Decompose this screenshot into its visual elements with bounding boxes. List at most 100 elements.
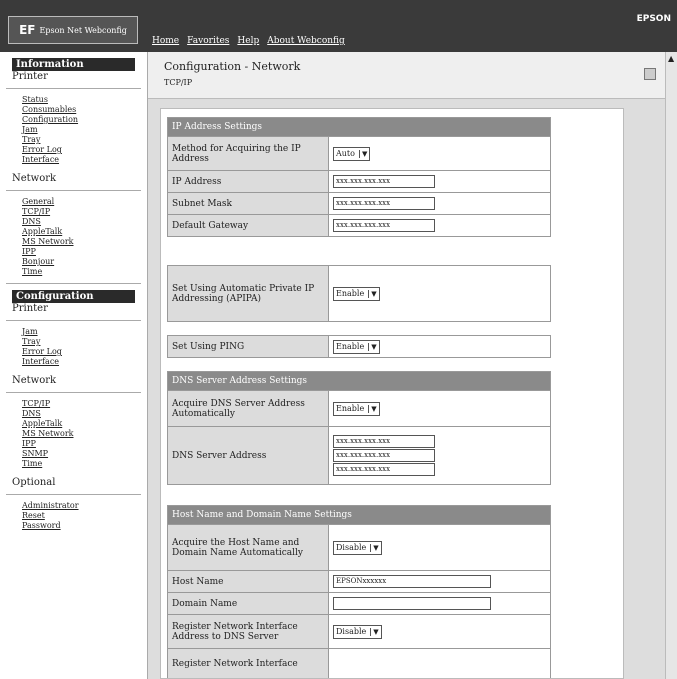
- sidebar-item-snmp[interactable]: SNMP: [22, 449, 133, 459]
- help-icon[interactable]: [644, 68, 656, 80]
- sidebar-sub-printer: Printer: [12, 71, 48, 82]
- host-name-input[interactable]: EPSONxxxxxx: [333, 575, 491, 588]
- logo-text: Epson Net Webconfig: [39, 25, 127, 35]
- method-label: Method for Acquiring the IP Address: [167, 136, 329, 171]
- ip-address-input[interactable]: xxx.xxx.xxx.xxx: [333, 175, 435, 188]
- ping-value: Enable: [336, 342, 365, 351]
- sidebar-item-password[interactable]: Password: [22, 521, 133, 531]
- optional-menu: Administrator Reset Password: [22, 501, 133, 531]
- nav-about-link[interactable]: About Webconfig: [267, 36, 345, 46]
- section-header-dns: DNS Server Address Settings: [167, 371, 551, 391]
- sidebar-item-tray[interactable]: Tray: [22, 337, 133, 347]
- sidebar-item-time[interactable]: Time: [22, 267, 133, 277]
- register-interface-value: [328, 648, 551, 678]
- dns-acquire-select[interactable]: Enable ▼: [333, 401, 380, 416]
- dns-server-2-input[interactable]: xxx.xxx.xxx.xxx: [333, 449, 435, 462]
- subnet-mask-input[interactable]: xxx.xxx.xxx.xxx: [333, 197, 435, 210]
- sidebar-item-tcpip[interactable]: TCP/IP: [22, 399, 133, 409]
- nav-home-link[interactable]: Home: [152, 36, 179, 46]
- method-select[interactable]: Auto ▼: [333, 146, 371, 161]
- sidebar-item-configuration[interactable]: Configuration: [22, 115, 133, 125]
- sidebar-item-jam[interactable]: Jam: [22, 125, 133, 135]
- page-subtitle: TCP/IP: [164, 78, 193, 87]
- register-dns-select[interactable]: Disable ▼: [333, 624, 382, 639]
- sidebar-item-reset[interactable]: Reset: [22, 511, 133, 521]
- ip-address-label: IP Address: [167, 170, 329, 193]
- default-gateway-input[interactable]: xxx.xxx.xxx.xxx: [333, 219, 435, 232]
- sidebar-item-appletalk[interactable]: AppleTalk: [22, 227, 133, 237]
- ip-address-settings: IP Address Settings Method for Acquiring…: [167, 117, 551, 237]
- sidebar-item-appletalk[interactable]: AppleTalk: [22, 419, 133, 429]
- register-dns-value: Disable: [336, 627, 367, 636]
- sidebar-item-administrator[interactable]: Administrator: [22, 501, 133, 511]
- sidebar-item-error-log[interactable]: Error Log: [22, 347, 133, 357]
- sidebar-item-dns[interactable]: DNS: [22, 409, 133, 419]
- dns-server-3-input[interactable]: xxx.xxx.xxx.xxx: [333, 463, 435, 476]
- info-network-menu: General TCP/IP DNS AppleTalk MS Network …: [22, 197, 133, 277]
- section-header-ip: IP Address Settings: [167, 117, 551, 137]
- sidebar-item-time[interactable]: Time: [22, 459, 133, 469]
- webconfig-logo: EF Epson Net Webconfig: [8, 16, 138, 44]
- sidebar-section-optional: Optional: [12, 477, 56, 488]
- nav-favorites-link[interactable]: Favorites: [187, 36, 229, 46]
- sidebar-section-network: Network: [12, 173, 57, 184]
- sidebar-item-error-log[interactable]: Error Log: [22, 145, 133, 155]
- dns-server-1-input[interactable]: xxx.xxx.xxx.xxx: [333, 435, 435, 448]
- chevron-down-icon: ▼: [358, 149, 367, 158]
- scroll-up-icon[interactable]: ▲: [668, 54, 674, 63]
- subnet-mask-label: Subnet Mask: [167, 192, 329, 215]
- register-dns-label: Register Network Interface Address to DN…: [167, 614, 329, 649]
- sidebar-item-general[interactable]: General: [22, 197, 133, 207]
- sidebar-item-ipp[interactable]: IPP: [22, 439, 133, 449]
- host-acquire-select[interactable]: Disable ▼: [333, 540, 382, 555]
- chevron-down-icon: ▼: [368, 404, 377, 413]
- ping-label: Set Using PING: [167, 335, 329, 358]
- apipa-select[interactable]: Enable ▼: [333, 286, 380, 301]
- sidebar-item-status[interactable]: Status: [22, 95, 133, 105]
- chevron-down-icon: ▼: [368, 289, 377, 298]
- apipa-value: Enable: [336, 289, 365, 298]
- divider: [6, 190, 141, 191]
- sidebar-item-tray[interactable]: Tray: [22, 135, 133, 145]
- sidebar-header-configuration[interactable]: Configuration: [12, 290, 135, 303]
- sidebar-item-consumables[interactable]: Consumables: [22, 105, 133, 115]
- sidebar-item-bonjour[interactable]: Bonjour: [22, 257, 133, 267]
- chevron-down-icon: ▼: [368, 342, 377, 351]
- chevron-down-icon: ▼: [370, 627, 379, 636]
- method-value: Auto: [336, 149, 355, 158]
- top-banner: EF Epson Net Webconfig EPSON Home Favori…: [0, 0, 677, 52]
- sidebar-item-interface[interactable]: Interface: [22, 357, 133, 367]
- divider: [6, 88, 141, 89]
- host-domain-settings: Host Name and Domain Name Settings Acqui…: [167, 505, 551, 678]
- nav-help-link[interactable]: Help: [237, 36, 259, 46]
- brand-label: EPSON: [636, 14, 671, 24]
- sidebar-item-ms-network[interactable]: MS Network: [22, 237, 133, 247]
- main-panel: Configuration - Network TCP/IP ▲ IP Addr…: [148, 52, 677, 679]
- domain-name-input[interactable]: [333, 597, 491, 610]
- section-header-host: Host Name and Domain Name Settings: [167, 505, 551, 525]
- config-printer-menu: Jam Tray Error Log Interface: [22, 327, 133, 367]
- sidebar-item-ipp[interactable]: IPP: [22, 247, 133, 257]
- apipa-label: Set Using Automatic Private IP Addressin…: [167, 265, 329, 322]
- sidebar-item-tcpip[interactable]: TCP/IP: [22, 207, 133, 217]
- chevron-down-icon: ▼: [370, 543, 379, 552]
- sidebar-item-dns[interactable]: DNS: [22, 217, 133, 227]
- ping-select[interactable]: Enable ▼: [333, 339, 380, 354]
- dns-acquire-label: Acquire DNS Server Address Automatically: [167, 390, 329, 427]
- left-sidebar: Information Printer Status Consumables C…: [0, 52, 148, 679]
- sidebar-item-jam[interactable]: Jam: [22, 327, 133, 337]
- sidebar-section-network: Network: [12, 375, 57, 386]
- divider: [6, 320, 141, 321]
- vertical-scrollbar[interactable]: ▲: [665, 52, 677, 679]
- dns-settings: DNS Server Address Settings Acquire DNS …: [167, 371, 551, 485]
- sidebar-item-ms-network[interactable]: MS Network: [22, 429, 133, 439]
- page-header: Configuration - Network TCP/IP: [148, 52, 665, 99]
- dns-server-label: DNS Server Address: [167, 426, 329, 485]
- sidebar-header-information[interactable]: Information: [12, 58, 135, 71]
- sidebar-item-interface[interactable]: Interface: [22, 155, 133, 165]
- apipa-settings: Set Using Automatic Private IP Addressin…: [167, 265, 551, 322]
- sidebar-sub-printer: Printer: [12, 303, 48, 314]
- host-name-label: Host Name: [167, 570, 329, 593]
- divider: [6, 494, 141, 495]
- logo-mark: EF: [19, 23, 36, 37]
